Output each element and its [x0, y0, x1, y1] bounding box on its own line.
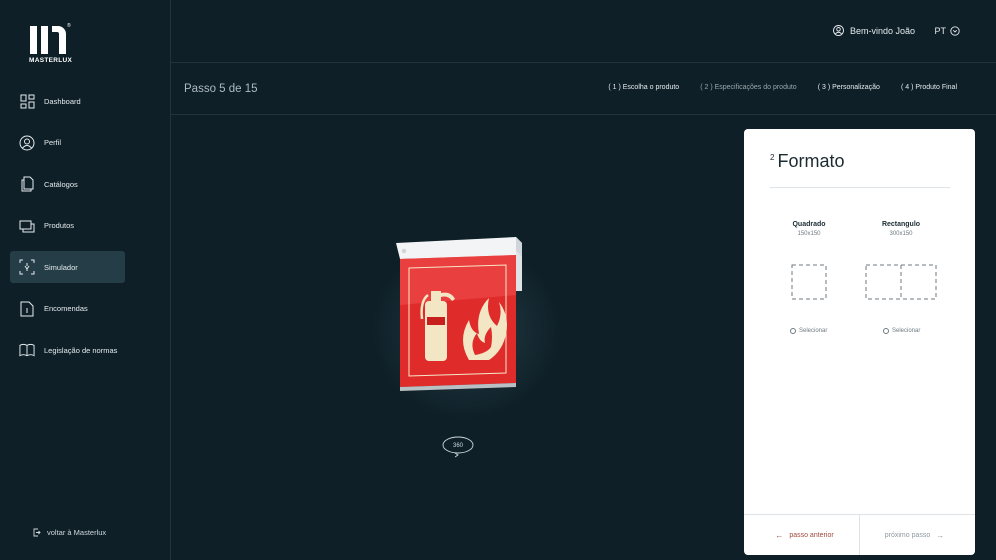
user-circle-icon — [19, 135, 35, 151]
option-quadrado[interactable]: Quadrado 150x150 — [769, 221, 849, 237]
order-document-icon — [19, 301, 35, 317]
step-4[interactable]: ( 4 ) Produto Final — [901, 84, 957, 91]
logo-registered-mark: ® — [67, 23, 71, 29]
step-3[interactable]: ( 3 ) Personalização — [818, 84, 880, 91]
step-2[interactable]: ( 2 ) Especificações do produto — [700, 84, 797, 91]
select-quadrado-radio[interactable]: Selecionar — [790, 328, 827, 334]
products-icon — [19, 218, 35, 234]
arrow-right-icon: → — [936, 530, 945, 540]
panel-footer: ← passo anterior próximo passo → — [744, 514, 975, 555]
user-menu[interactable]: Bem-vindo João — [833, 25, 915, 36]
step-1[interactable]: ( 1 ) Escolha o produto — [608, 84, 679, 91]
fire-extinguisher-sign-image[interactable] — [391, 235, 531, 395]
top-header: Bem-vindo João PT — [171, 0, 996, 63]
language-selector[interactable]: PT — [934, 26, 960, 36]
panel-heading: 2 Formato — [770, 151, 844, 172]
sidebar-item-label: Dashboard — [44, 96, 81, 106]
welcome-text: Bem-vindo João — [849, 25, 915, 36]
panel-title: Formato — [777, 151, 845, 171]
next-step-button[interactable]: próximo passo → — [860, 515, 975, 555]
sidebar-item-label: Encomendas — [44, 304, 88, 313]
sidebar-item-perfil[interactable]: Perfil — [10, 127, 125, 159]
sidebar-item-produtos[interactable]: Produtos — [10, 210, 125, 242]
step-bar: Passo 5 de 15 ( 1 ) Escolha o produto ( … — [171, 63, 996, 115]
step-list: ( 1 ) Escolha o produto ( 2 ) Especifica… — [587, 84, 957, 91]
sidebar-item-label: Legislação de normas — [44, 345, 118, 355]
back-link-label: voltar à Masterlux — [47, 528, 107, 537]
sidebar-nav: Dashboard Perfil Catálogos Produtos Simu… — [10, 85, 125, 376]
step-counter: Passo 5 de 15 — [184, 83, 258, 95]
option-name: Quadrado — [792, 221, 826, 228]
sidebar-item-simulador[interactable]: Simulador — [10, 251, 125, 283]
documents-icon — [19, 176, 35, 192]
format-panel: 2 Formato Quadrado 150x150 Rectangulo 30… — [744, 129, 975, 555]
exit-icon — [33, 528, 41, 537]
rotate-label: 360 — [453, 443, 464, 449]
rotate-360-icon[interactable]: 360 — [441, 433, 475, 459]
sidebar-item-label: Catálogos — [44, 179, 78, 189]
sidebar-item-catalogos[interactable]: Catálogos — [10, 168, 125, 200]
sidebar-item-legislacao[interactable]: Legislação de normas — [10, 334, 125, 366]
select-rectangulo-radio[interactable]: Selecionar — [883, 328, 920, 334]
sidebar-item-dashboard[interactable]: Dashboard — [10, 85, 125, 117]
simulator-icon — [19, 259, 35, 275]
radio-circle-icon — [790, 328, 796, 334]
sidebar-item-label: Perfil — [44, 138, 62, 147]
language-label: PT — [934, 26, 946, 36]
back-to-masterlux-link[interactable]: voltar à Masterlux — [33, 528, 106, 537]
previous-step-label: passo anterior — [789, 531, 834, 539]
option-size: 150x150 — [797, 231, 821, 237]
radio-label: Selecionar — [892, 328, 921, 334]
sidebar-item-label: Simulador — [44, 262, 78, 272]
logo-wordmark: MASTERLUX — [29, 57, 73, 64]
sidebar-item-encomendas[interactable]: Encomendas — [10, 293, 125, 325]
option-name: Rectangulo — [881, 221, 921, 228]
chevron-down-circle-icon — [950, 26, 960, 36]
user-icon — [833, 25, 844, 36]
sidebar: ® MASTERLUX Dashboard Perfil Catálogos P… — [0, 0, 171, 560]
rectangle-shape-icon[interactable] — [865, 264, 937, 300]
book-icon — [19, 342, 35, 358]
sidebar-item-label: Produtos — [44, 221, 75, 230]
panel-step-number: 2 — [770, 153, 775, 162]
previous-step-button[interactable]: ← passo anterior — [744, 515, 860, 555]
next-step-label: próximo passo — [884, 531, 931, 539]
option-rectangulo[interactable]: Rectangulo 300x150 — [861, 221, 941, 237]
radio-circle-icon — [883, 328, 889, 334]
product-preview: 360 — [171, 115, 743, 560]
square-shape-icon[interactable] — [791, 264, 827, 300]
arrow-left-icon: ← — [775, 530, 784, 540]
option-size: 300x150 — [889, 231, 913, 237]
radio-label: Selecionar — [799, 328, 828, 334]
dashboard-icon — [19, 93, 35, 109]
panel-divider — [770, 187, 950, 188]
